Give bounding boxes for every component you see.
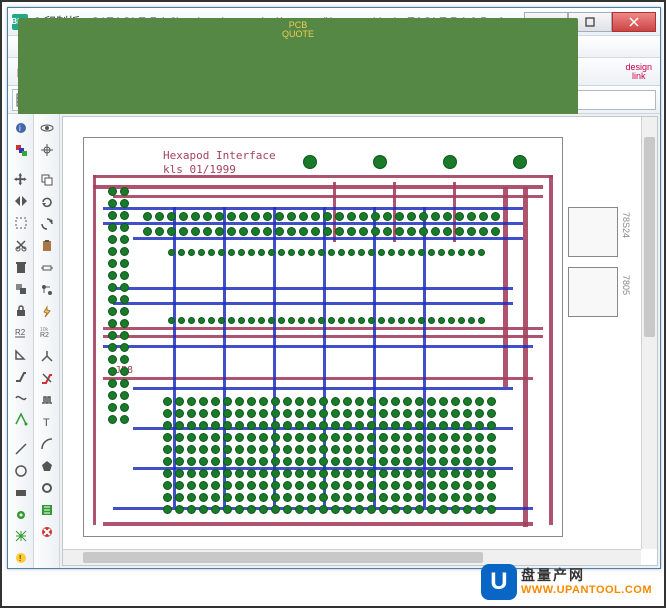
watermark-logo: U bbox=[481, 564, 517, 600]
svg-text:10k: 10k bbox=[40, 327, 49, 333]
via-tool[interactable] bbox=[11, 505, 31, 525]
horizontal-scrollbar[interactable] bbox=[63, 549, 641, 565]
left-toolbar-2: R210k T bbox=[34, 114, 60, 568]
lock-tool[interactable] bbox=[11, 300, 31, 320]
copy-tool[interactable] bbox=[37, 170, 57, 190]
hole-tool[interactable] bbox=[37, 478, 57, 498]
paste-tool[interactable] bbox=[37, 236, 57, 256]
smash-tool[interactable] bbox=[37, 302, 57, 322]
route-tool[interactable] bbox=[11, 366, 31, 386]
cut-tool[interactable] bbox=[11, 235, 31, 255]
app-window: BRD 2 印制板 - C:\EAGLE-7.1.0\projects\exam… bbox=[7, 7, 661, 569]
watermark-text-cn: 盘量产网 bbox=[521, 568, 652, 583]
svg-text:T: T bbox=[43, 417, 50, 429]
pad-row bbox=[143, 212, 500, 221]
work-area: i R2 ! bbox=[8, 114, 660, 568]
svg-text:R2: R2 bbox=[15, 328, 26, 337]
name-tool[interactable]: R2 bbox=[11, 322, 31, 342]
mirror-tool[interactable] bbox=[11, 191, 31, 211]
board-title-text: Hexapod Interface bbox=[163, 149, 276, 162]
close-button[interactable] bbox=[612, 12, 656, 32]
group-tool[interactable] bbox=[11, 213, 31, 233]
rotate-tool[interactable] bbox=[37, 192, 57, 212]
watermark-url: WWW.UPANTOOL.COM bbox=[521, 584, 652, 596]
auto-tool[interactable] bbox=[37, 500, 57, 520]
ripup-tool[interactable] bbox=[37, 368, 57, 388]
ratsnest-tool[interactable] bbox=[11, 527, 31, 547]
show-tool[interactable] bbox=[37, 118, 57, 138]
change-tool[interactable] bbox=[37, 214, 57, 234]
drc-tool[interactable]: ! bbox=[11, 548, 31, 568]
value-tool[interactable]: R210k bbox=[37, 324, 57, 344]
mark-tool[interactable] bbox=[37, 140, 57, 160]
delete-tool[interactable] bbox=[11, 257, 31, 277]
layers-tool[interactable] bbox=[11, 140, 31, 160]
dip-bottom bbox=[168, 317, 485, 324]
dip-left bbox=[108, 187, 129, 424]
connector-2 bbox=[568, 267, 618, 317]
main-toolbar: SCR ULP ? designlink PCBQUOTE bbox=[8, 58, 660, 86]
errors-tool[interactable] bbox=[37, 522, 57, 542]
connector-1 bbox=[568, 207, 618, 257]
left-toolbar-1: i R2 ! bbox=[8, 114, 34, 568]
signal-tool[interactable] bbox=[11, 410, 31, 430]
connector-2-label: 7805 bbox=[621, 275, 631, 295]
split-tool[interactable] bbox=[37, 346, 57, 366]
polygon-tool[interactable] bbox=[37, 456, 57, 476]
svg-text:i: i bbox=[19, 124, 21, 133]
watermark: U 盘量产网 WWW.UPANTOOL.COM bbox=[481, 564, 652, 600]
pad-row bbox=[143, 227, 500, 236]
text-tool[interactable]: T bbox=[37, 412, 57, 432]
scrollbar-thumb[interactable] bbox=[83, 552, 483, 563]
move-tool[interactable] bbox=[11, 170, 31, 190]
replace-tool[interactable] bbox=[11, 279, 31, 299]
miter-tool[interactable] bbox=[11, 344, 31, 364]
layout-canvas[interactable]: Hexapod Interface kls 01/1999 JP8 bbox=[62, 116, 658, 566]
svg-text:R2: R2 bbox=[40, 332, 49, 339]
scrollbar-thumb[interactable] bbox=[644, 137, 655, 337]
line-tool[interactable] bbox=[11, 439, 31, 459]
pcb-board: Hexapod Interface kls 01/1999 JP8 bbox=[73, 127, 633, 547]
add-tool[interactable] bbox=[37, 258, 57, 278]
info-tool[interactable]: i bbox=[11, 118, 31, 138]
arc-tool[interactable] bbox=[37, 434, 57, 454]
svg-text:!: ! bbox=[19, 554, 21, 563]
circle-tool[interactable] bbox=[11, 461, 31, 481]
connector-1-label: 78S24 bbox=[621, 212, 631, 238]
outer-frame: BRD 2 印制板 - C:\EAGLE-7.1.0\projects\exam… bbox=[0, 0, 666, 608]
rect-tool[interactable] bbox=[11, 483, 31, 503]
dip-top bbox=[168, 249, 485, 256]
vertical-scrollbar[interactable] bbox=[641, 117, 657, 549]
pinswap-tool[interactable] bbox=[37, 280, 57, 300]
wire-tool[interactable] bbox=[11, 388, 31, 408]
meander-tool[interactable] bbox=[37, 390, 57, 410]
designlink-badge[interactable]: designlink bbox=[621, 61, 656, 83]
dip-grid bbox=[163, 397, 496, 514]
